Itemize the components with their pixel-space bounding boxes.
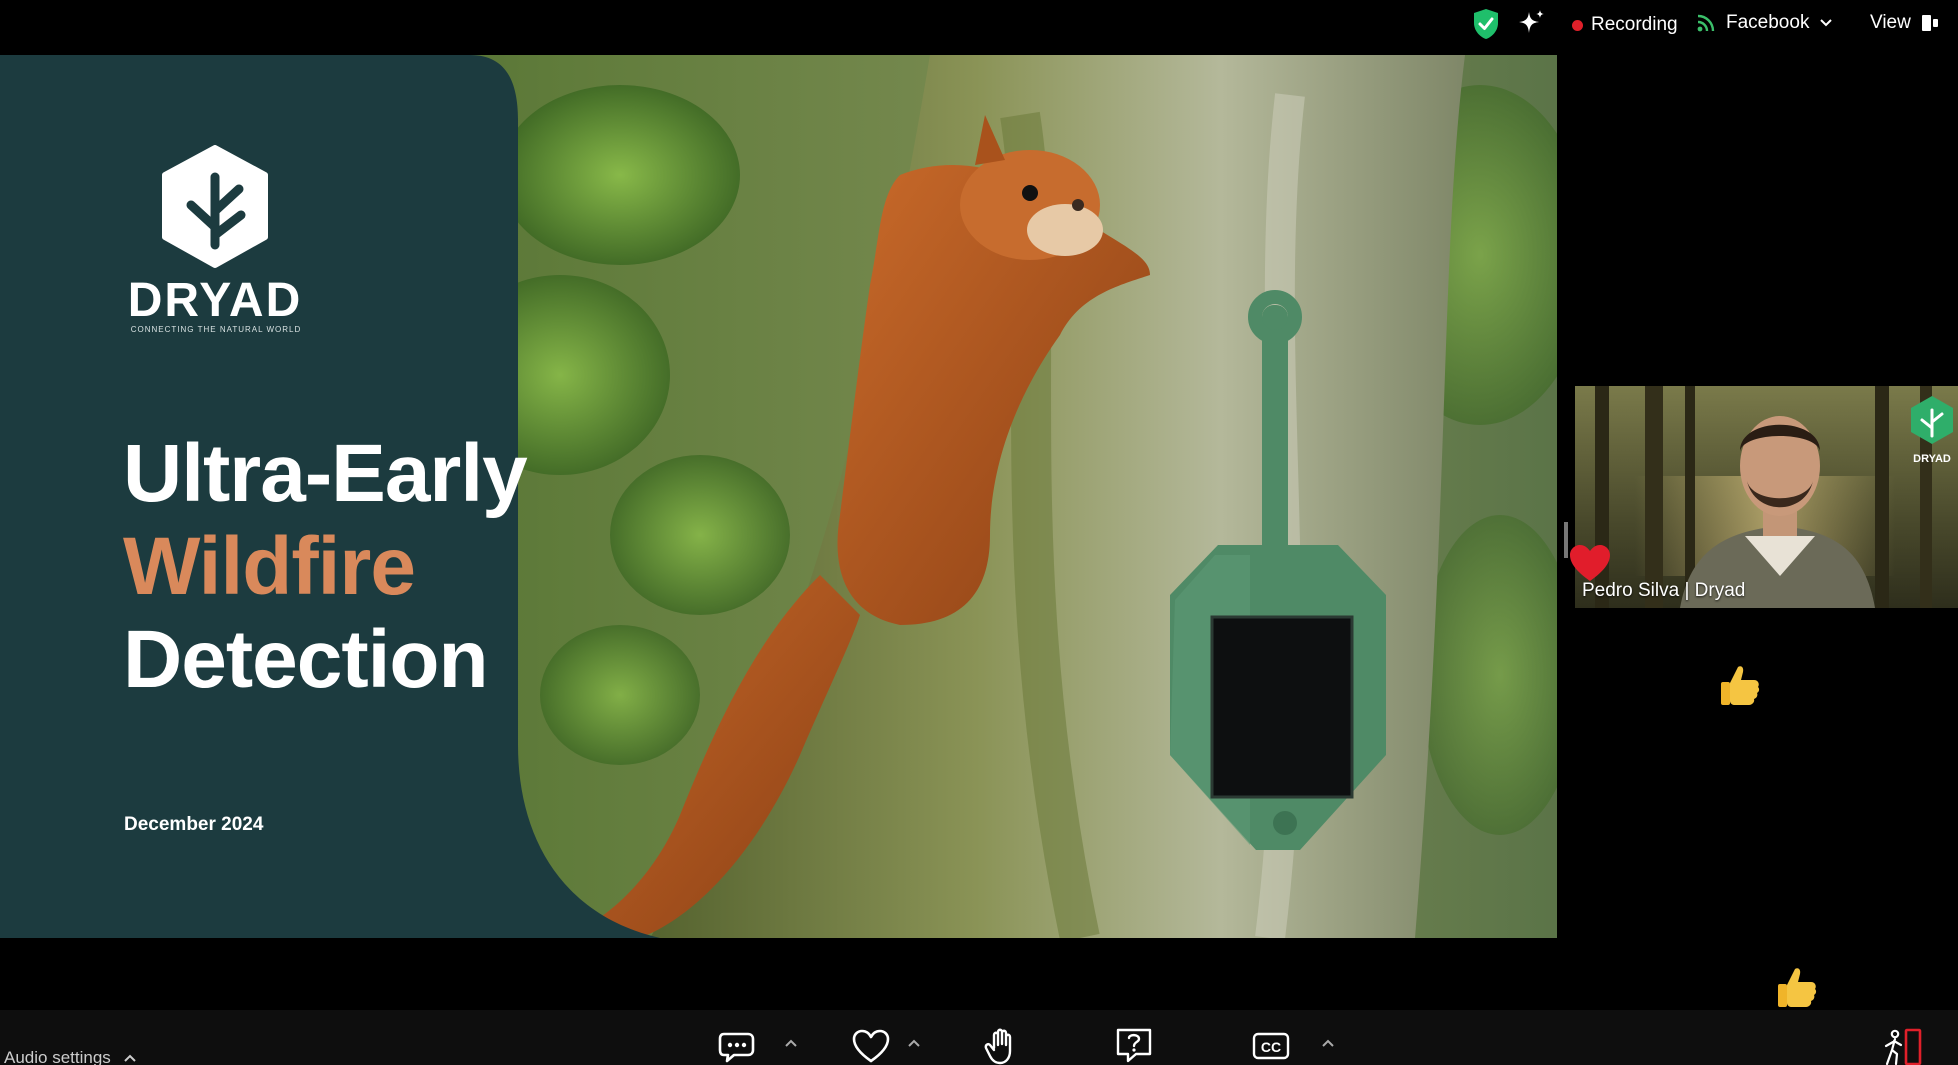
captions-label: CC	[1261, 1039, 1281, 1055]
chat-icon[interactable]	[718, 1026, 758, 1065]
chevron-down-icon	[1820, 19, 1833, 27]
captions-options-chevron-icon[interactable]	[1321, 1038, 1335, 1048]
question-icon[interactable]	[1114, 1026, 1154, 1065]
heart-reaction-icon	[1570, 545, 1610, 581]
broadcast-icon	[1697, 14, 1715, 32]
brand-name: DRYAD	[127, 274, 303, 327]
heart-icon[interactable]	[851, 1026, 891, 1065]
sparkle-icon[interactable]	[1516, 8, 1546, 38]
slide-date: December 2024	[124, 814, 264, 835]
title-line-3: Detection	[123, 614, 489, 705]
view-label: View	[1870, 12, 1911, 33]
recording-dot-icon	[1572, 19, 1583, 31]
slide-title: Ultra-Early Wildfire Detection	[123, 427, 643, 706]
view-menu[interactable]: View	[1870, 10, 1939, 36]
view-layout-icon	[1921, 15, 1938, 31]
speaker-name: Pedro Silva | Dryad	[1582, 580, 1746, 601]
hand-icon[interactable]	[982, 1026, 1022, 1065]
title-line-2: Wildfire	[123, 521, 416, 612]
chat-options-chevron-icon[interactable]	[784, 1038, 798, 1048]
captions-icon[interactable]: CC	[1251, 1026, 1291, 1065]
chevron-up-icon	[124, 1054, 136, 1062]
thumbs-up-reaction-icon	[1721, 666, 1760, 705]
shield-check-icon[interactable]	[1472, 8, 1500, 40]
dryad-logo-icon	[162, 145, 268, 268]
live-stream-menu[interactable]: Facebook	[1696, 10, 1833, 36]
recording-indicator[interactable]: Recording	[1572, 12, 1678, 38]
speaker-badge: DRYAD	[1913, 453, 1951, 465]
recording-label: Recording	[1591, 14, 1678, 35]
audio-settings-label: Audio settings	[4, 1048, 111, 1065]
stream-label: Facebook	[1726, 12, 1810, 33]
leave-icon[interactable]	[1882, 1026, 1924, 1065]
brand-tagline: CONNECTING THE NATURAL WORLD	[130, 325, 302, 334]
shared-screen: DRYAD CONNECTING THE NATURAL WORLD Ultra…	[0, 55, 1557, 938]
audio-settings-button[interactable]: Audio settings	[4, 1048, 137, 1065]
thumbs-up-reaction-icon	[1778, 968, 1817, 1007]
reactions-options-chevron-icon[interactable]	[907, 1038, 921, 1048]
title-line-1: Ultra-Early	[123, 428, 528, 519]
meeting-toolbar	[0, 1010, 1958, 1065]
speaker-video: DRYAD	[1575, 386, 1958, 608]
speaker-video-tile[interactable]: DRYAD	[1575, 386, 1958, 608]
